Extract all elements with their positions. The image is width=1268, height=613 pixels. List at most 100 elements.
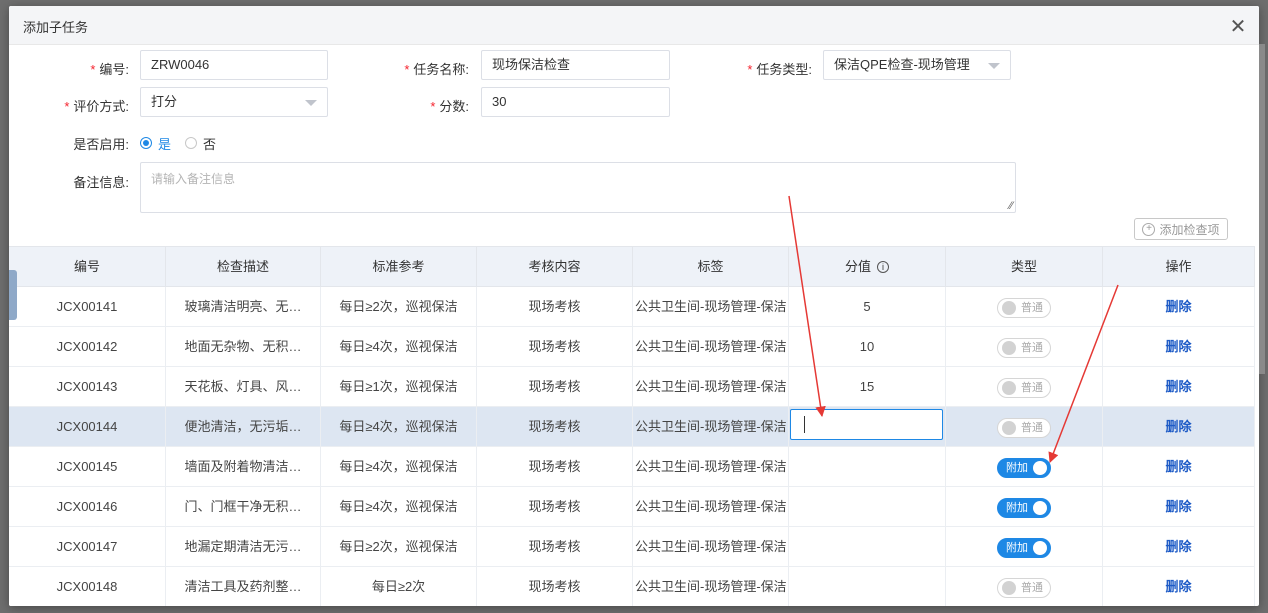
- delete-link[interactable]: 删除: [1165, 499, 1191, 514]
- delete-link[interactable]: 删除: [1165, 379, 1191, 394]
- table-row[interactable]: JCX00142 地面无杂物、无积… 每日≥4次，巡视保洁 现场考核 公共卫生间-现场管…: [9, 327, 1255, 367]
- cell-tag: 公共卫生间-现场管理-保洁: [633, 567, 789, 606]
- cell-code: JCX00148: [9, 567, 166, 606]
- delete-link[interactable]: 删除: [1165, 539, 1191, 554]
- cell-code: JCX00143: [9, 367, 166, 406]
- add-check-item-button[interactable]: + 添加检查项: [1134, 218, 1228, 240]
- page-scrollbar[interactable]: [1259, 44, 1265, 374]
- task-name-field[interactable]: 现场保洁检查: [481, 50, 670, 80]
- cell-type: 普通: [946, 567, 1103, 606]
- cell-tag: 公共卫生间-现场管理-保洁: [633, 527, 789, 566]
- cell-desc: 门、门框干净无积…: [166, 487, 321, 526]
- cell-content: 现场考核: [477, 327, 633, 366]
- type-toggle-label: 附加: [1006, 501, 1028, 514]
- delete-link[interactable]: 删除: [1165, 579, 1191, 594]
- delete-link[interactable]: 删除: [1165, 459, 1191, 474]
- cell-desc: 便池清洁，无污垢…: [166, 407, 321, 446]
- type-toggle-label: 普通: [1021, 341, 1043, 354]
- toggle-knob: [1002, 380, 1016, 395]
- resize-handle-icon[interactable]: ⁄⁄: [1009, 200, 1013, 212]
- cell-score[interactable]: [789, 487, 946, 526]
- code-field[interactable]: ZRW0046: [140, 50, 328, 80]
- type-toggle[interactable]: 普通: [997, 377, 1051, 398]
- cell-score[interactable]: [789, 527, 946, 566]
- type-toggle[interactable]: 附加: [997, 497, 1051, 518]
- header-content: 考核内容: [477, 247, 633, 286]
- delete-link[interactable]: 删除: [1165, 339, 1191, 354]
- toggle-knob: [1002, 340, 1016, 355]
- remark-label: 备注信息:: [73, 175, 129, 190]
- task-type-select[interactable]: 保洁QPE检查-现场管理: [823, 50, 1011, 80]
- toggle-knob: [1002, 300, 1016, 315]
- type-toggle[interactable]: 附加: [997, 537, 1051, 558]
- header-type: 类型: [946, 247, 1103, 286]
- remark-placeholder: 请输入备注信息: [151, 172, 236, 186]
- radio-yes[interactable]: 是: [140, 134, 171, 153]
- table-row[interactable]: JCX00145 墙面及附着物清洁… 每日≥4次，巡视保洁 现场考核 公共卫生间-现场管…: [9, 447, 1255, 487]
- delete-link[interactable]: 删除: [1165, 299, 1191, 314]
- cell-score[interactable]: [789, 567, 946, 606]
- radio-unchecked-icon: [185, 137, 198, 149]
- cell-desc: 墙面及附着物清洁…: [166, 447, 321, 486]
- delete-link[interactable]: 删除: [1165, 419, 1191, 434]
- eval-method-select[interactable]: 打分: [140, 87, 328, 117]
- enabled-label: 是否启用:: [73, 137, 129, 152]
- header-desc: 检查描述: [166, 247, 321, 286]
- type-toggle[interactable]: 普通: [997, 577, 1051, 598]
- radio-yes-label: 是: [158, 136, 172, 152]
- header-score: 分值 i: [789, 247, 946, 286]
- cell-action: 删除: [1103, 487, 1255, 526]
- cell-tag: 公共卫生间-现场管理-保洁: [633, 287, 789, 326]
- table-row[interactable]: JCX00146 门、门框干净无积… 每日≥4次，巡视保洁 现场考核 公共卫生间-现场管…: [9, 487, 1255, 527]
- header-std: 标准参考: [321, 247, 477, 286]
- remark-textarea[interactable]: 请输入备注信息 ⁄⁄: [140, 162, 1016, 213]
- score-field[interactable]: 30: [481, 87, 670, 117]
- type-toggle-label: 附加: [1006, 541, 1028, 554]
- table-header: 编号 检查描述 标准参考 考核内容 标签 分值 i 类型 操作: [9, 246, 1255, 287]
- table-body: JCX00141 玻璃清洁明亮、无… 每日≥2次，巡视保洁 现场考核 公共卫生间-现场管…: [9, 287, 1255, 606]
- cell-score[interactable]: 5: [789, 287, 946, 326]
- cell-score[interactable]: [789, 407, 946, 446]
- toggle-knob: [1002, 420, 1016, 435]
- table-row[interactable]: JCX00143 天花板、灯具、风… 每日≥1次，巡视保洁 现场考核 公共卫生间-现场管…: [9, 367, 1255, 407]
- chevron-down-icon: [988, 63, 1000, 69]
- type-toggle[interactable]: 普通: [997, 417, 1051, 438]
- type-toggle-label: 普通: [1021, 301, 1043, 314]
- close-icon[interactable]: ✕: [1227, 16, 1249, 38]
- info-icon[interactable]: i: [877, 260, 889, 273]
- score-input[interactable]: [790, 409, 943, 440]
- header-code: 编号: [9, 247, 166, 286]
- cell-code: JCX00147: [9, 527, 166, 566]
- cell-code: JCX00141: [9, 287, 166, 326]
- table-row[interactable]: JCX00141 玻璃清洁明亮、无… 每日≥2次，巡视保洁 现场考核 公共卫生间-现场管…: [9, 287, 1255, 327]
- cell-std: 每日≥2次，巡视保洁: [321, 287, 477, 326]
- radio-no[interactable]: 否: [185, 134, 216, 153]
- code-label: * 编号:: [90, 62, 129, 77]
- task-type-label: * 任务类型:: [747, 62, 812, 77]
- add-check-item-label: 添加检查项: [1159, 222, 1220, 237]
- table-row[interactable]: JCX00148 清洁工具及药剂整… 每日≥2次 现场考核 公共卫生间-现场管理-保洁 普…: [9, 567, 1255, 606]
- cell-score[interactable]: [789, 447, 946, 486]
- dialog-title: 添加子任务: [23, 20, 89, 35]
- type-toggle[interactable]: 附加: [997, 457, 1051, 478]
- cell-type: 附加: [946, 527, 1103, 566]
- cell-std: 每日≥4次，巡视保洁: [321, 487, 477, 526]
- type-toggle[interactable]: 普通: [997, 337, 1051, 358]
- table-row[interactable]: JCX00144 便池清洁，无污垢… 每日≥4次，巡视保洁 现场考核 公共卫生间-现场管…: [9, 407, 1255, 447]
- cell-score[interactable]: 10: [789, 327, 946, 366]
- cell-desc: 天花板、灯具、风…: [166, 367, 321, 406]
- table-row[interactable]: JCX00147 地漏定期清洁无污… 每日≥2次，巡视保洁 现场考核 公共卫生间-现场管…: [9, 527, 1255, 567]
- eval-method-label: * 评价方式:: [64, 99, 129, 114]
- cell-action: 删除: [1103, 367, 1255, 406]
- header-action: 操作: [1103, 247, 1255, 286]
- type-toggle-label: 普通: [1021, 381, 1043, 394]
- enabled-radio-group: 是 否: [140, 133, 230, 153]
- type-toggle[interactable]: 普通: [997, 297, 1051, 318]
- type-toggle-label: 附加: [1006, 461, 1028, 474]
- cell-type: 附加: [946, 447, 1103, 486]
- side-drawer-tab[interactable]: [9, 270, 17, 320]
- cell-desc: 地面无杂物、无积…: [166, 327, 321, 366]
- cell-std: 每日≥4次，巡视保洁: [321, 447, 477, 486]
- cell-score[interactable]: 15: [789, 367, 946, 406]
- text-caret: [804, 416, 805, 433]
